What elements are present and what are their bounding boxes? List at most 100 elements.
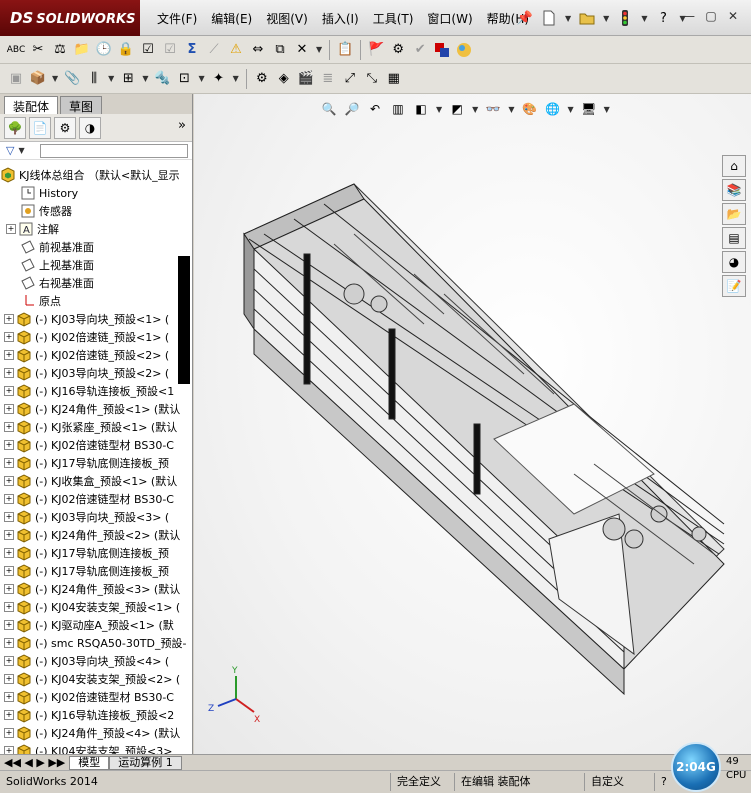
- tree-item[interactable]: 前视基准面: [0, 238, 192, 256]
- expand-icon[interactable]: +: [4, 620, 14, 630]
- checkbox-gray-icon[interactable]: ☑: [160, 40, 180, 60]
- expand-icon[interactable]: +: [4, 350, 14, 360]
- chevron-down-icon[interactable]: ▼: [52, 74, 58, 83]
- minimize-icon[interactable]: —: [680, 8, 698, 24]
- property-manager-icon[interactable]: 📄: [29, 116, 51, 139]
- scroll-left-icon[interactable]: ◀◀ ◀ ▶ ▶▶: [0, 756, 69, 769]
- expand-icon[interactable]: +: [4, 458, 14, 468]
- color-square-icon[interactable]: [432, 40, 452, 60]
- close-icon[interactable]: ✕: [724, 8, 742, 24]
- paperclip-icon[interactable]: 📎: [62, 69, 82, 89]
- chevron-down-icon[interactable]: ▼: [641, 8, 647, 28]
- tree-component[interactable]: + (-) KJ24角件_预設<4> (默认: [0, 724, 192, 742]
- tab-model[interactable]: 模型: [69, 755, 110, 770]
- tree-component[interactable]: + (-) KJ驱动座A_预設<1> (默: [0, 616, 192, 634]
- tree-component[interactable]: + (-) KJ02倍速链_预設<1> (: [0, 328, 192, 346]
- tree-component[interactable]: + (-) KJ24角件_预設<1> (默认: [0, 400, 192, 418]
- expand-icon[interactable]: +: [4, 404, 14, 414]
- hatch-icon[interactable]: ⟋: [204, 40, 224, 60]
- tree-component[interactable]: + (-) KJ17导轨底侧连接板_预: [0, 544, 192, 562]
- check-circle-icon[interactable]: ✔: [410, 40, 430, 60]
- expand-icon[interactable]: +: [4, 548, 14, 558]
- tree-scrollbar[interactable]: [178, 256, 190, 384]
- menu-insert[interactable]: 插入(I): [315, 10, 366, 28]
- menu-file[interactable]: 文件(F): [150, 10, 204, 28]
- status-custom-units[interactable]: 自定义: [584, 773, 654, 791]
- tree-component[interactable]: + (-) KJ02倍速链型材 BS30-C: [0, 688, 192, 706]
- menu-edit[interactable]: 编辑(E): [204, 10, 259, 28]
- expand-icon[interactable]: +: [4, 368, 14, 378]
- tree-component[interactable]: + (-) KJ04安装支架_预設<3>: [0, 742, 192, 754]
- maximize-icon[interactable]: ▢: [702, 8, 720, 24]
- tree-item[interactable]: 上视基准面: [0, 256, 192, 274]
- tree-component[interactable]: + (-) KJ16导轨连接板_预設<2: [0, 706, 192, 724]
- tree-component[interactable]: + (-) KJ03导向块_预設<1> (: [0, 310, 192, 328]
- appearances-icon[interactable]: ◕: [722, 251, 746, 273]
- insert-component-icon[interactable]: 📦: [28, 69, 48, 89]
- expand-icon[interactable]: +: [4, 584, 14, 594]
- spell-check-icon[interactable]: ABC: [6, 40, 26, 60]
- chevron-down-icon[interactable]: ▼: [603, 8, 609, 28]
- expand-icon[interactable]: +: [4, 746, 14, 754]
- design-library-icon[interactable]: 📚: [722, 179, 746, 201]
- move-component-icon[interactable]: ⊡: [174, 69, 194, 89]
- expand-icon[interactable]: +: [4, 512, 14, 522]
- assembly-features-icon[interactable]: ⚙: [252, 69, 272, 89]
- appearance-icon[interactable]: [454, 40, 474, 60]
- chevron-down-icon[interactable]: ▼: [198, 74, 204, 83]
- gear-check-icon[interactable]: ⚙: [388, 40, 408, 60]
- expand-icon[interactable]: +: [4, 440, 14, 450]
- exploded-view-icon[interactable]: ⤢: [340, 69, 360, 89]
- new-motion-study-icon[interactable]: 🎬: [296, 69, 316, 89]
- help-icon[interactable]: ?: [653, 8, 673, 28]
- expand-icon[interactable]: +: [4, 332, 14, 342]
- conveyor-assembly-model[interactable]: [194, 94, 751, 754]
- explode-line-icon[interactable]: ⤡: [362, 69, 382, 89]
- tree-component[interactable]: + (-) KJ04安装支架_预設<1> (: [0, 598, 192, 616]
- view-palette-icon[interactable]: ▤: [722, 227, 746, 249]
- expand-icon[interactable]: +: [4, 728, 14, 738]
- tree-item[interactable]: 传感器: [0, 202, 192, 220]
- feature-manager-icon[interactable]: 🌳: [4, 116, 26, 139]
- bill-of-materials-icon[interactable]: ≣: [318, 69, 338, 89]
- instant3d-icon[interactable]: ▦: [384, 69, 404, 89]
- smart-fasteners-icon[interactable]: 🔩: [152, 69, 172, 89]
- tree-component[interactable]: + (-) KJ24角件_预設<2> (默认: [0, 526, 192, 544]
- expand-icon[interactable]: +: [6, 224, 16, 234]
- expand-icon[interactable]: +: [4, 476, 14, 486]
- tree-component[interactable]: + (-) KJ收集盒_预設<1> (默认: [0, 472, 192, 490]
- expand-icon[interactable]: +: [4, 638, 14, 648]
- tree-component[interactable]: + (-) KJ03导向块_预設<4> (: [0, 652, 192, 670]
- gauge-icon[interactable]: 🕒: [94, 40, 114, 60]
- expand-icon[interactable]: +: [4, 530, 14, 540]
- balance-icon[interactable]: ⚖: [50, 40, 70, 60]
- expand-icon[interactable]: +: [4, 422, 14, 432]
- expand-icon[interactable]: +: [4, 314, 14, 324]
- component-icon[interactable]: ▣: [6, 69, 26, 89]
- home-icon[interactable]: ⌂: [722, 155, 746, 177]
- pin-icon[interactable]: 📌: [515, 8, 535, 28]
- chevron-down-icon[interactable]: ▼: [565, 8, 571, 28]
- sum-icon[interactable]: Σ: [182, 40, 202, 60]
- expand-icon[interactable]: +: [4, 602, 14, 612]
- chevron-down-icon[interactable]: ▼: [316, 45, 322, 54]
- tree-component[interactable]: + (-) smc RSQA50-30TD_预設-: [0, 634, 192, 652]
- mate-tool-icon[interactable]: ⫼: [84, 69, 104, 89]
- menu-tools[interactable]: 工具(T): [366, 10, 421, 28]
- tree-component[interactable]: + (-) KJ04安装支架_预設<2> (: [0, 670, 192, 688]
- chevron-down-icon[interactable]: ▼: [233, 74, 239, 83]
- expand-icon[interactable]: +: [4, 674, 14, 684]
- tab-motion-study[interactable]: 运动算例 1: [109, 755, 182, 770]
- file-explorer-icon[interactable]: 📂: [722, 203, 746, 225]
- graphics-area[interactable]: 🔍 🔎 ↶ ▥ ◧ ▼ ◩ ▼ 👓 ▼ 🎨 🌐 ▼ 🖥 ▼ Y X Z: [194, 94, 751, 754]
- custom-properties-icon[interactable]: 📝: [722, 275, 746, 297]
- expand-icon[interactable]: +: [4, 386, 14, 396]
- solidworks-logo[interactable]: DS SOLIDWORKS: [0, 0, 140, 36]
- tree-component[interactable]: + (-) KJ16导轨连接板_预設<1: [0, 382, 192, 400]
- tree-component[interactable]: + (-) KJ张紧座_预設<1> (默认: [0, 418, 192, 436]
- tree-component[interactable]: + (-) KJ17导轨底侧连接板_预: [0, 454, 192, 472]
- chevron-down-icon[interactable]: ▼: [142, 74, 148, 83]
- check-sheet-icon[interactable]: 📋: [335, 40, 355, 60]
- lock-icon[interactable]: 🔒: [116, 40, 136, 60]
- chevron-down-icon[interactable]: ▼: [108, 74, 114, 83]
